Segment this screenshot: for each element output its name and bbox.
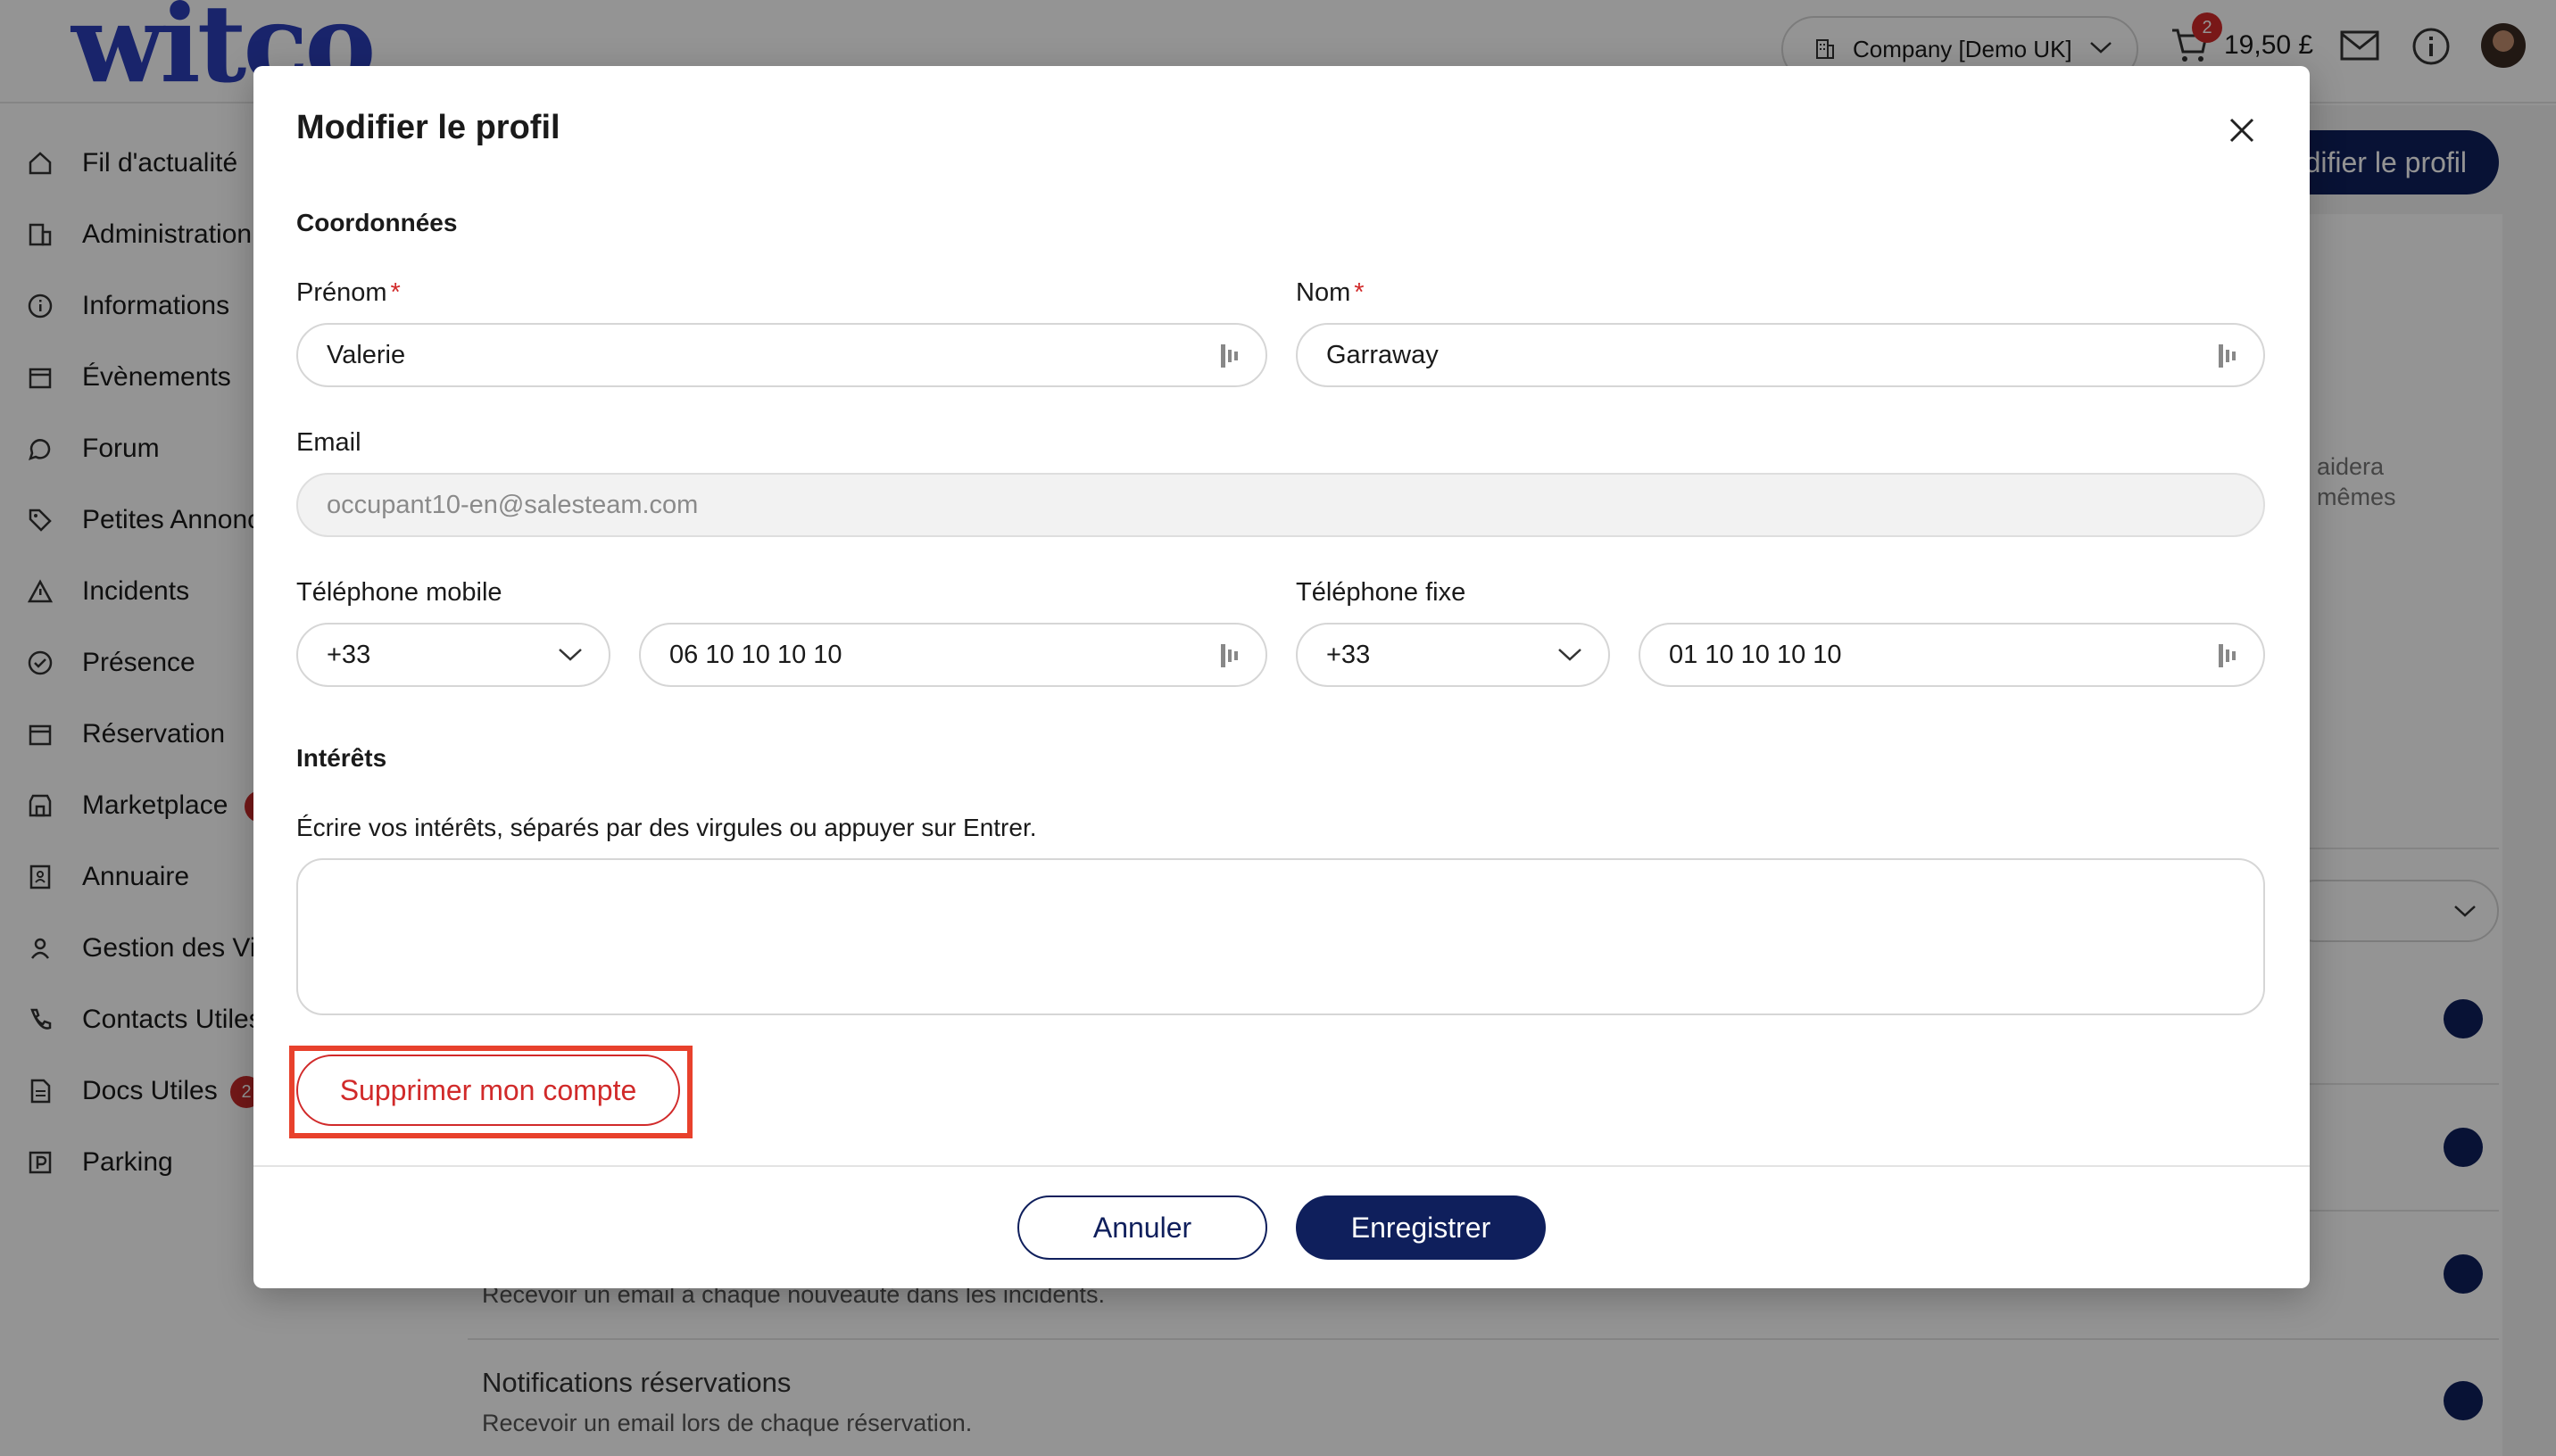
modal-title: Modifier le profil: [296, 109, 560, 146]
password-manager-icon[interactable]: [2217, 642, 2238, 669]
close-icon: [2229, 118, 2254, 143]
first-name-input[interactable]: Valerie: [296, 323, 1267, 387]
first-name-value: Valerie: [327, 340, 406, 369]
interests-input[interactable]: [296, 858, 2265, 1015]
mobile-phone-value: 06 10 10 10 10: [669, 640, 842, 669]
landline-phone-label: Téléphone fixe: [1296, 578, 1466, 607]
chevron-down-icon: [559, 649, 582, 661]
delete-account-button[interactable]: Supprimer mon compte: [296, 1055, 680, 1126]
save-button[interactable]: Enregistrer: [1296, 1195, 1546, 1260]
last-name-label: Nom *: [1296, 278, 1365, 307]
email-label: Email: [296, 428, 361, 457]
cancel-button[interactable]: Annuler: [1017, 1195, 1267, 1260]
email-value: occupant10-en@salesteam.com: [327, 490, 699, 519]
mobile-prefix-value: +33: [327, 640, 371, 669]
required-mark: *: [390, 278, 401, 307]
mobile-phone-label: Téléphone mobile: [296, 578, 502, 607]
edit-profile-modal: Modifier le profil Coordonnées Prénom * V…: [253, 66, 2310, 1288]
landline-phone-value: 01 10 10 10 10: [1669, 640, 1842, 669]
password-manager-icon[interactable]: [1219, 343, 1241, 369]
password-manager-icon[interactable]: [2217, 343, 2238, 369]
landline-prefix-value: +33: [1326, 640, 1371, 669]
last-name-value: Garraway: [1326, 340, 1439, 369]
chevron-down-icon: [1558, 649, 1581, 661]
email-field: occupant10-en@salesteam.com: [296, 473, 2265, 537]
section-interests-title: Intérêts: [296, 744, 387, 772]
mobile-phone-input[interactable]: 06 10 10 10 10: [639, 623, 1267, 687]
interests-helper-text: Écrire vos intérêts, séparés par des vir…: [296, 814, 1037, 841]
landline-country-code-select[interactable]: +33: [1296, 623, 1610, 687]
required-mark: *: [1354, 278, 1365, 307]
landline-phone-input[interactable]: 01 10 10 10 10: [1639, 623, 2265, 687]
modal-footer-divider: [253, 1165, 2310, 1167]
first-name-label: Prénom *: [296, 278, 401, 307]
last-name-input[interactable]: Garraway: [1296, 323, 2265, 387]
mobile-country-code-select[interactable]: +33: [296, 623, 610, 687]
section-contact-title: Coordonnées: [296, 209, 458, 236]
password-manager-icon[interactable]: [1219, 642, 1241, 669]
close-button[interactable]: [2222, 111, 2261, 150]
